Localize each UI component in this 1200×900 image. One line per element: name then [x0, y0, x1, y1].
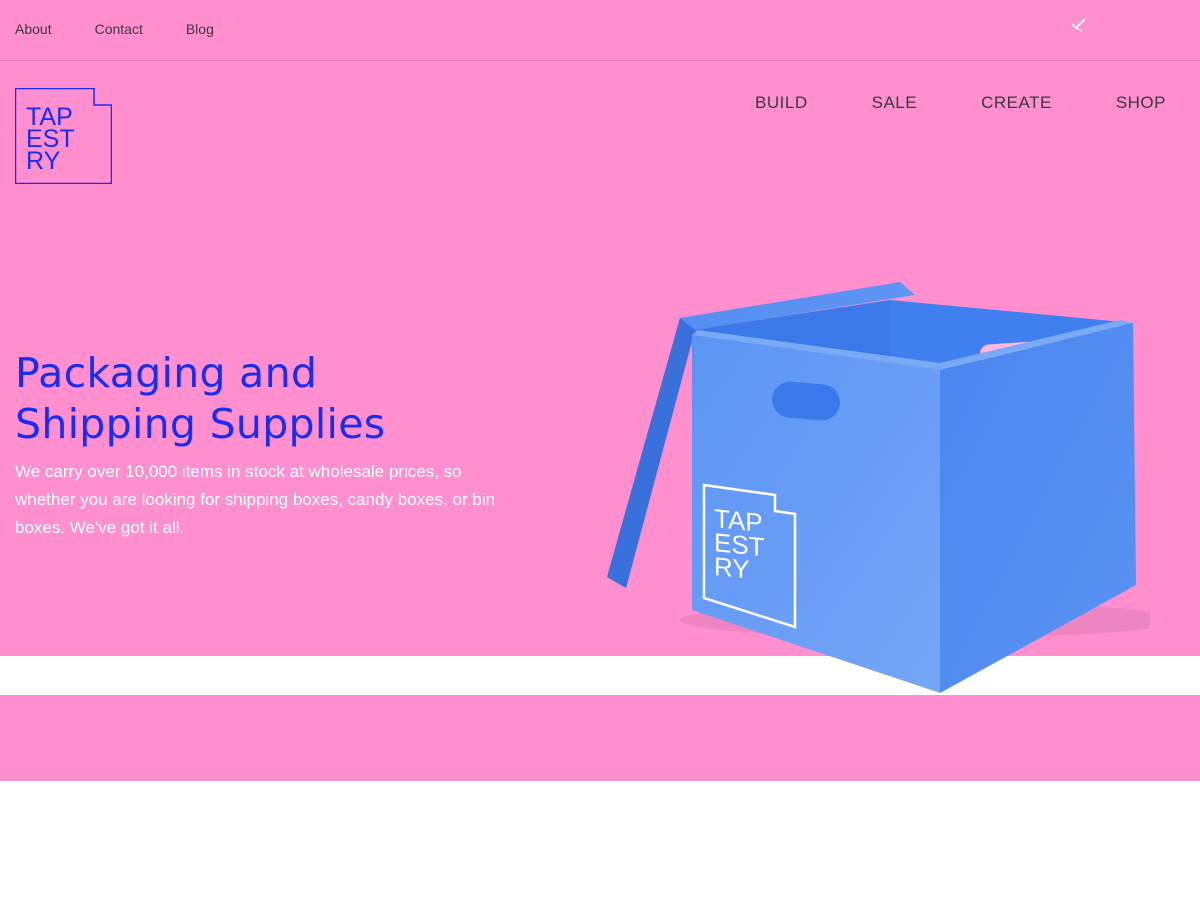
checkmark-bird-icon[interactable] — [1070, 16, 1088, 34]
box-lid-edge — [607, 318, 695, 588]
product-box-image: TAP EST RY — [607, 282, 1150, 693]
about-link[interactable]: About — [15, 21, 52, 37]
pink-band — [0, 695, 1200, 781]
box-logo-line-3: RY — [714, 551, 750, 585]
hero-description: We carry over 10,000 items in stock at w… — [15, 462, 496, 537]
nav-create[interactable]: CREATE — [981, 93, 1052, 113]
nav-build[interactable]: BUILD — [755, 93, 808, 113]
logo-line-3: RY — [26, 147, 61, 175]
main-nav: BUILD SALE CREATE SHOP — [691, 93, 1166, 113]
top-utility-bar: About Contact Blog — [0, 0, 1200, 61]
top-links: About Contact Blog — [15, 21, 257, 37]
blog-link[interactable]: Blog — [186, 21, 214, 37]
landing-page: About Contact Blog TAP EST RY BUILD SALE… — [0, 0, 1200, 900]
contact-link[interactable]: Contact — [95, 21, 143, 37]
headline-line-1: Packaging and — [15, 349, 318, 397]
tapestry-logo[interactable]: TAP EST RY — [15, 88, 112, 184]
headline-line-2: Shipping Supplies — [15, 400, 386, 448]
nav-sale[interactable]: SALE — [872, 93, 917, 113]
nav-shop[interactable]: SHOP — [1116, 93, 1166, 113]
hero-headline: Packaging and Shipping Supplies — [15, 348, 535, 450]
box-side-face — [940, 323, 1136, 693]
